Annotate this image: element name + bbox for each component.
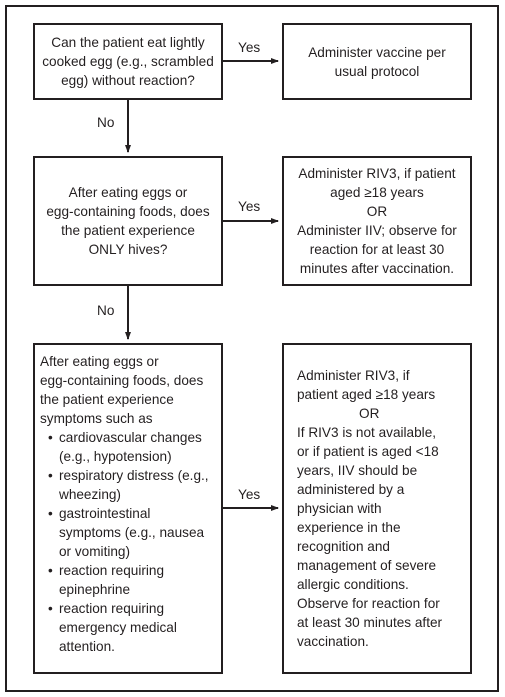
text-line: symptoms (e.g., nausea [59,525,205,540]
action-hives-only: Administer RIV3, if patient aged ≥18 yea… [282,156,472,286]
symptom-item: • reaction requiring emergency medical a… [40,599,209,656]
edge-label-yes-3: Yes [238,487,261,502]
text-line: symptoms such as [40,411,153,426]
text-line: attention. [59,639,115,654]
action-usual-protocol: Administer vaccine per usual protocol [282,23,472,100]
edge-label-no-1: No [97,115,115,130]
text-line: Observe for reaction for [297,596,440,611]
text-line: emergency medical [59,620,177,635]
text-line: years, IIV should be [297,463,418,478]
text-line: Administer RIV3, if [297,368,410,383]
text-line: allergic conditions. [297,577,409,592]
text-line: epinephrine [59,582,131,597]
text-line: experience in the [297,520,401,535]
text-line: reaction requiring [59,563,165,578]
text-line: the patient experience [40,392,174,407]
text-line: Administer IIV; observe for [297,223,457,238]
text-line: Administer RIV3, if patient [298,166,456,181]
edge-label-yes-1: Yes [238,40,261,55]
text-line: ONLY hives? [88,242,168,257]
question-egg-tolerance: Can the patient eat lightly cooked egg (… [33,23,223,100]
bullet-icon: • [48,468,53,483]
question-severe-symptoms: After eating eggs or egg-containing food… [33,343,223,674]
text-line: minutes after vaccination. [299,261,455,276]
text-line: physician with [297,501,382,516]
or-label: OR [359,406,380,421]
edge-label-yes-2: Yes [238,199,261,214]
text-line: at least 30 minutes after [297,615,443,630]
text-line: After eating eggs or [40,354,159,369]
symptom-item: • cardiovascular changes (e.g., hypotens… [40,428,209,466]
text-line: administered by a [297,482,405,497]
text-line: reaction requiring [59,601,165,616]
text-line: egg-containing foods, does [46,204,210,219]
symptom-item: • reaction requiring epinephrine [40,561,209,599]
bullet-icon: • [48,506,53,521]
text-line: egg-containing foods, does [40,373,204,388]
text-line: or vomiting) [59,544,131,559]
text-line: usual protocol [334,63,420,79]
text-line: (e.g., hypotension) [59,449,172,464]
text-line: If RIV3 is not available, [297,425,437,440]
text-line: vaccination. [297,634,369,649]
text-line: respiratory distress (e.g., [59,468,209,483]
text-line: Administer vaccine per [308,44,446,60]
symptom-item: • gastrointestinal symptoms (e.g., nause… [40,504,209,561]
text-line: recognition and [297,539,390,554]
bullet-icon: • [48,430,53,445]
text-line: the patient experience [61,223,195,238]
action-severe-reaction: Administer RIV3, if patient aged ≥18 yea… [282,343,472,674]
text-line: reaction for at least 30 [309,242,445,257]
symptom-item: • respiratory distress (e.g., wheezing) [40,466,209,504]
text-line: gastrointestinal [59,506,151,521]
question-only-hives: After eating eggs or egg-containing food… [33,156,223,286]
or-label: OR [366,204,388,219]
text-line: cardiovascular changes [59,430,202,445]
text-line: Can the patient eat lightly [51,35,205,50]
text-line: wheezing) [59,487,121,502]
bullet-icon: • [48,563,53,578]
bullet-icon: • [48,601,53,616]
text-line: After eating eggs or [68,185,188,200]
text-line: management of severe [297,558,437,573]
text-line: patient aged ≥18 years [297,387,436,402]
text-line: egg) without reaction? [61,73,195,88]
text-line: or if patient is aged <18 [297,444,439,459]
text-line: cooked egg (e.g., scrambled [42,54,214,69]
text-line: aged ≥18 years [330,185,424,200]
edge-label-no-2: No [97,303,115,318]
